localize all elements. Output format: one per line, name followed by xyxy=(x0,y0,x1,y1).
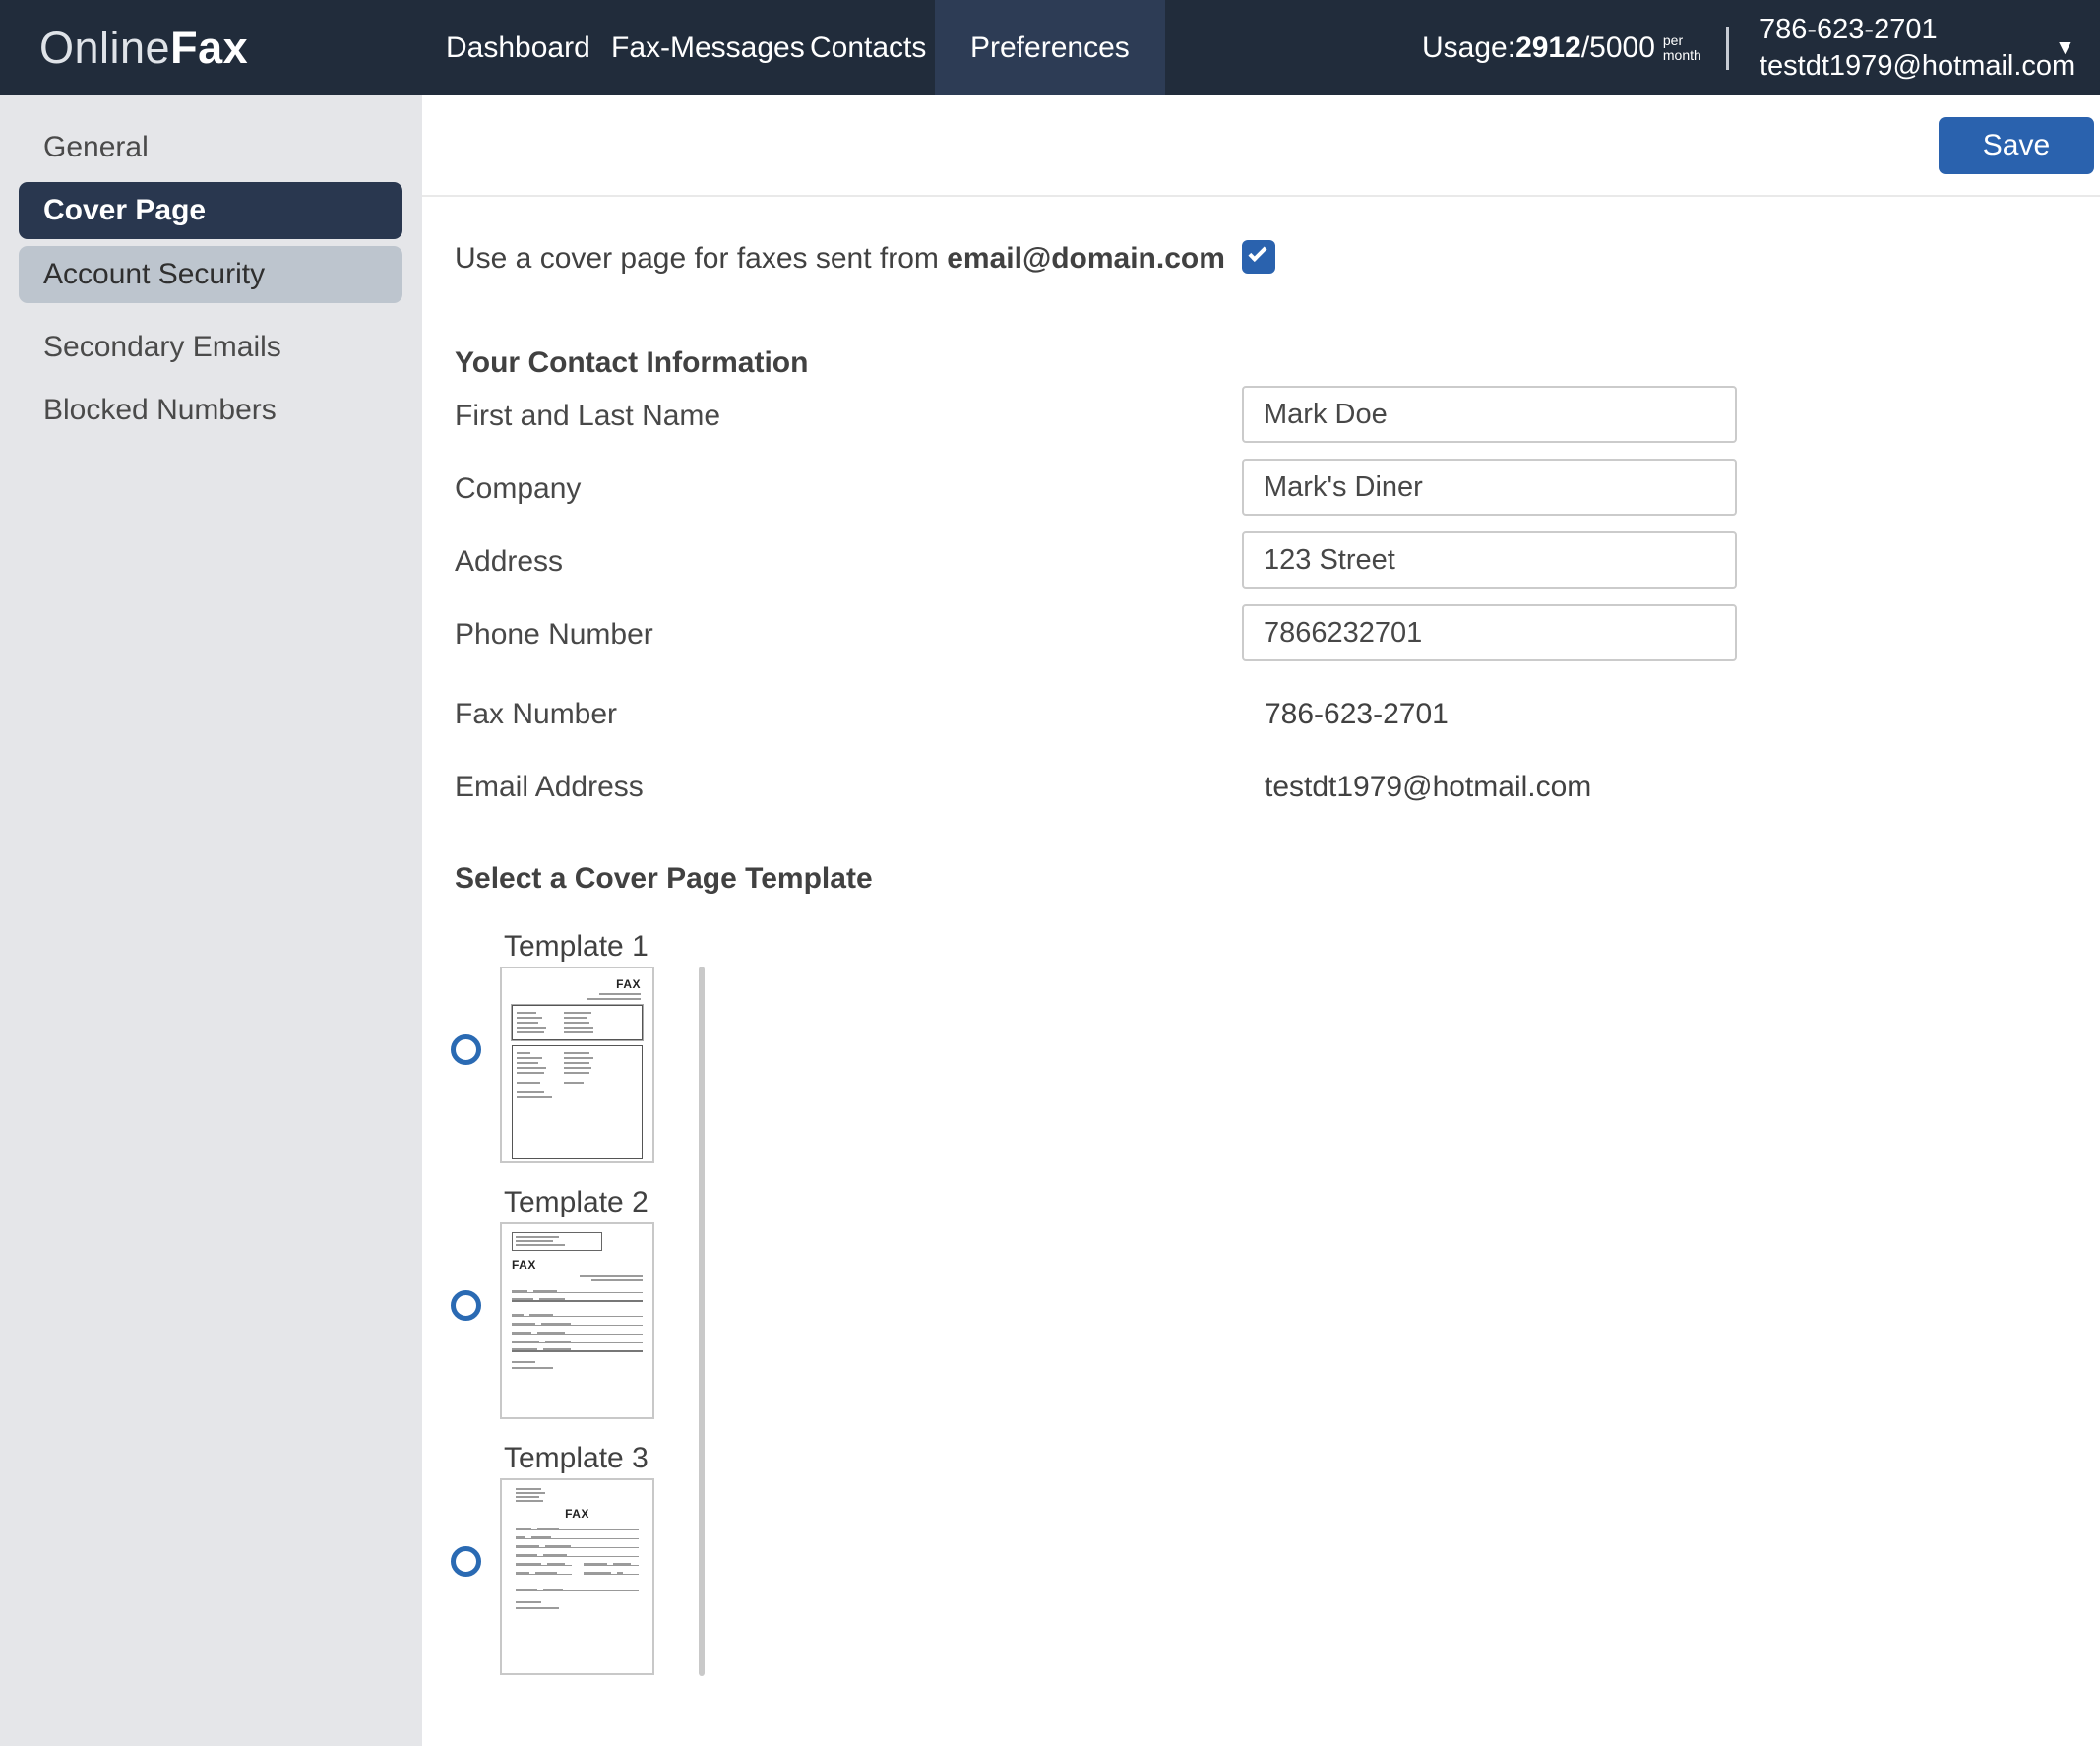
sidebar-item-general[interactable]: General xyxy=(0,125,422,170)
fax-thumbnail-title: FAX xyxy=(512,1259,652,1271)
address-field[interactable] xyxy=(1242,531,1737,589)
name-field-label: First and Last Name xyxy=(455,400,720,433)
check-icon xyxy=(1248,243,1266,262)
usage-indicator: Usage: 2912 /5000 per month xyxy=(1422,0,1701,95)
template-1-radio[interactable] xyxy=(451,1034,481,1065)
account-email: testdt1979@hotmail.com xyxy=(1760,48,2075,85)
usage-used: 2912 xyxy=(1515,31,1581,65)
fax-thumbnail-title: FAX xyxy=(502,1508,652,1520)
thumb-recipient-box xyxy=(512,1045,643,1159)
fax-number-value: 786-623-2701 xyxy=(1265,698,1449,731)
thumb-text-line xyxy=(587,998,641,1000)
template-2-label: Template 2 xyxy=(504,1186,649,1219)
usage-period: per month xyxy=(1663,33,1701,63)
use-cover-page-checkbox[interactable] xyxy=(1242,240,1275,274)
email-address-label: Email Address xyxy=(455,771,644,804)
phone-field-label: Phone Number xyxy=(455,618,653,652)
thumb-sender-lines xyxy=(516,1488,652,1502)
template-list-scrollbar[interactable] xyxy=(699,967,705,1676)
sidebar-item-label: Blocked Numbers xyxy=(43,394,277,427)
thumb-text-line xyxy=(580,1275,643,1277)
template-2-thumbnail[interactable]: FAX xyxy=(500,1222,654,1419)
divider xyxy=(422,195,2100,197)
nav-item-label: Dashboard xyxy=(446,31,590,65)
logo-text-light: Online xyxy=(39,23,170,73)
sidebar-item-blocked-numbers[interactable]: Blocked Numbers xyxy=(0,388,422,433)
chevron-down-icon[interactable]: ▼ xyxy=(2055,36,2075,60)
company-field[interactable] xyxy=(1242,459,1737,516)
sidebar-item-account-security[interactable]: Account Security xyxy=(19,246,402,303)
nav-item-contacts[interactable]: Contacts xyxy=(810,0,926,95)
settings-sidebar: General Cover Page Account Security Seco… xyxy=(0,95,422,1746)
sidebar-item-label: Secondary Emails xyxy=(43,331,281,364)
sidebar-item-label: Cover Page xyxy=(43,194,206,227)
sidebar-item-cover-page[interactable]: Cover Page xyxy=(19,182,402,239)
account-phone: 786-623-2701 xyxy=(1760,12,2075,48)
app-logo: OnlineFax xyxy=(39,23,248,74)
cover-page-settings-panel: Save Use a cover page for faxes sent fro… xyxy=(422,95,2100,1746)
nav-item-label: Preferences xyxy=(970,31,1130,65)
phone-field[interactable] xyxy=(1242,604,1737,661)
sidebar-item-label: General xyxy=(43,131,149,164)
company-field-label: Company xyxy=(455,472,581,506)
thumb-sender-box xyxy=(512,1232,602,1251)
account-menu[interactable]: 786-623-2701 testdt1979@hotmail.com xyxy=(1760,12,2075,85)
top-navbar: OnlineFax Dashboard Fax-Messages Contact… xyxy=(0,0,2100,95)
cover-page-sender-email: email@domain.com xyxy=(947,242,1225,275)
thumb-field-lines xyxy=(512,1286,643,1369)
template-heading: Select a Cover Page Template xyxy=(455,862,873,896)
template-3-radio[interactable] xyxy=(451,1546,481,1577)
use-cover-page-label: Use a cover page for faxes sent from ema… xyxy=(455,242,1225,276)
thumb-text-line xyxy=(599,993,641,995)
fax-number-label: Fax Number xyxy=(455,698,617,731)
template-2-radio[interactable] xyxy=(451,1290,481,1321)
template-3-label: Template 3 xyxy=(504,1442,649,1475)
nav-item-dashboard[interactable]: Dashboard xyxy=(446,0,590,95)
contact-info-heading: Your Contact Information xyxy=(455,346,808,380)
email-address-value: testdt1979@hotmail.com xyxy=(1265,771,1591,804)
thumb-sender-box xyxy=(512,1005,643,1040)
usage-limit: /5000 xyxy=(1581,31,1655,65)
nav-item-label: Fax-Messages xyxy=(611,31,805,65)
address-field-label: Address xyxy=(455,545,563,579)
save-button[interactable]: Save xyxy=(1939,117,2094,174)
usage-label: Usage: xyxy=(1422,31,1515,65)
logo-text-bold: Fax xyxy=(170,23,248,73)
template-1-thumbnail[interactable]: FAX xyxy=(500,967,654,1163)
sidebar-item-label: Account Security xyxy=(43,258,265,291)
nav-item-preferences[interactable]: Preferences xyxy=(935,0,1165,95)
thumb-field-lines xyxy=(516,1524,639,1609)
nav-divider xyxy=(1726,27,1729,70)
thumb-text-line xyxy=(591,1279,643,1281)
template-3-thumbnail[interactable]: FAX xyxy=(500,1478,654,1675)
nav-item-fax-messages[interactable]: Fax-Messages xyxy=(611,0,805,95)
fax-thumbnail-title: FAX xyxy=(502,978,641,990)
onlinefax-preferences-page: OnlineFax Dashboard Fax-Messages Contact… xyxy=(0,0,2100,1746)
nav-item-label: Contacts xyxy=(810,31,926,65)
sidebar-item-secondary-emails[interactable]: Secondary Emails xyxy=(0,325,422,370)
template-1-label: Template 1 xyxy=(504,930,649,964)
name-field[interactable] xyxy=(1242,386,1737,443)
